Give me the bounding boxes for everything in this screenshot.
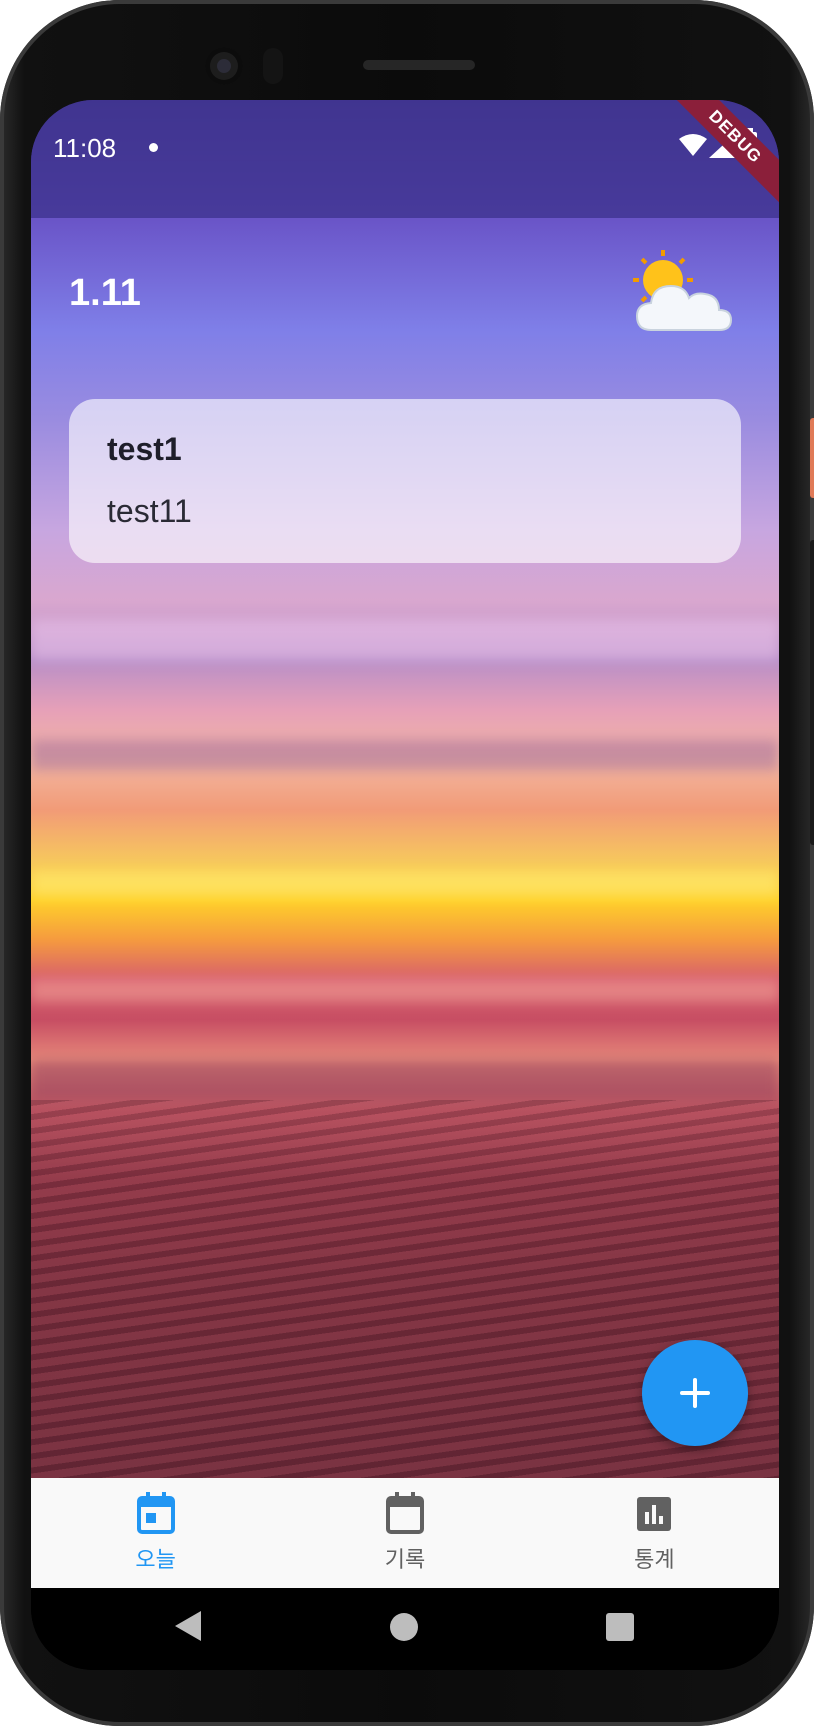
home-icon[interactable] [390,1613,418,1641]
entry-body: test11 [107,493,192,529]
status-bar: 11:08 [31,100,779,218]
nav-label-history: 기록 [384,1548,426,1573]
wifi-icon [679,134,707,156]
calendar-today-icon [136,1492,175,1534]
notification-dot-icon [149,143,158,152]
power-button [810,418,814,498]
nav-label-stats: 통계 [634,1548,675,1573]
volume-rocker [810,540,814,845]
plus-icon [680,1378,710,1408]
back-icon[interactable] [175,1611,201,1641]
nav-item-history[interactable]: 기록 [280,1478,529,1588]
add-entry-button[interactable] [642,1340,748,1446]
screen: 11:08 DEBUG 1.11 test1 test11 오늘 기록 통계 [31,100,779,1670]
system-navigation-bar [31,1588,779,1670]
calendar-icon [385,1492,424,1534]
entry-title: test1 [107,431,182,467]
bar-chart-icon [637,1497,672,1531]
nav-label-today: 오늘 [135,1548,176,1573]
nav-item-today[interactable]: 오늘 [31,1478,280,1588]
status-time: 11:08 [53,133,117,163]
page-title-date: 1.11 [69,272,141,314]
bottom-navigation: 오늘 기록 통계 [31,1478,779,1588]
entry-card[interactable]: test1 test11 [69,399,741,563]
proximity-sensor [263,48,283,84]
earpiece-speaker [363,60,475,70]
recent-apps-icon[interactable] [606,1613,634,1641]
nav-item-stats[interactable]: 통계 [530,1478,779,1588]
phone-frame: 11:08 DEBUG 1.11 test1 test11 오늘 기록 통계 [0,0,814,1726]
partly-sunny-icon [633,250,733,331]
front-camera [205,47,243,85]
